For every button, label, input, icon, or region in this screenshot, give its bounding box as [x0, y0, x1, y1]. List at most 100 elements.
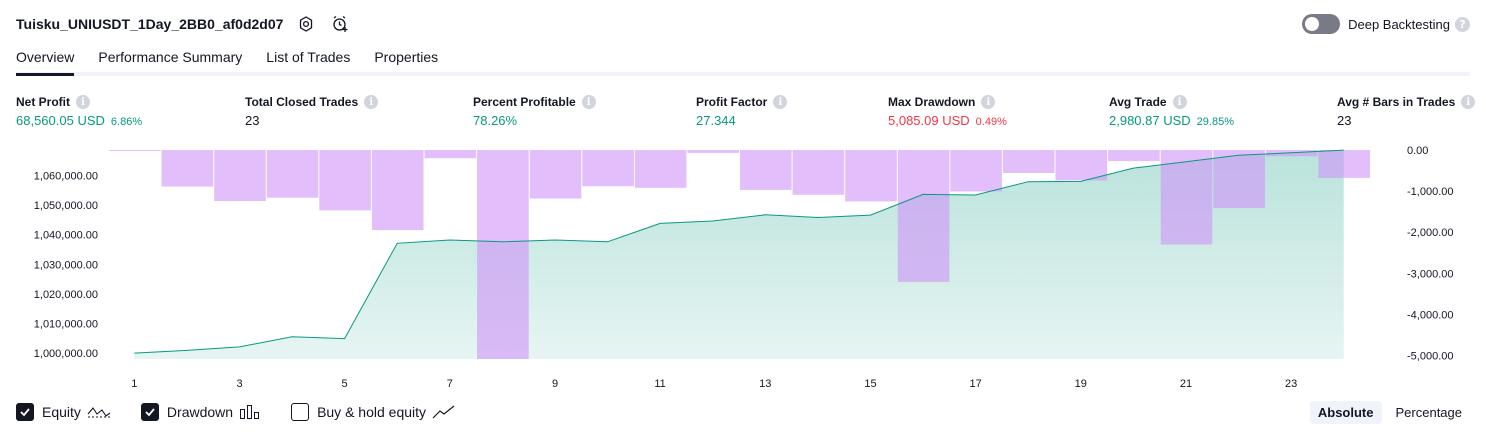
drawdown-bar[interactable] [266, 150, 319, 198]
x-axis-tick: 7 [447, 378, 453, 390]
metric-value: 2,980.87 USD [1109, 113, 1191, 128]
info-icon[interactable]: i [981, 95, 996, 109]
x-axis-tick: 19 [1075, 378, 1087, 390]
right-axis-tick: -3,000.00 [1407, 268, 1453, 280]
equity-checkbox[interactable] [16, 403, 34, 421]
drawdown-bar[interactable] [319, 150, 371, 211]
tabs: Overview Performance Summary List of Tra… [16, 46, 1470, 76]
metric-profit-factor: Profit Factor i 27.344 [696, 94, 788, 129]
metric-net-profit: Net Profit i 68,560.05 USD 6.86% [16, 94, 142, 129]
help-icon[interactable]: ? [1455, 16, 1470, 32]
metric-value: 23 [245, 113, 260, 128]
tab-overview[interactable]: Overview [16, 46, 75, 76]
buy-hold-checkbox[interactable] [291, 403, 310, 421]
equity-label: Equity [42, 404, 81, 420]
legend-drawdown[interactable]: Drawdown [140, 403, 261, 421]
drawdown-bar[interactable] [109, 150, 161, 151]
metric-max-drawdown: Max Drawdown i 5,085.09 USD 0.49% [888, 94, 1007, 129]
drawdown-bar[interactable] [582, 150, 634, 187]
drawdown-bars-icon [240, 405, 260, 419]
tab-properties[interactable]: Properties [374, 46, 438, 72]
metric-avg-trade: Avg Trade i 2,980.87 USD 29.85% [1109, 94, 1234, 129]
drawdown-bar[interactable] [161, 150, 214, 187]
legend-buy-hold[interactable]: Buy & hold equity [291, 403, 456, 421]
x-axis-tick: 13 [759, 378, 771, 390]
metric-value: 27.344 [696, 113, 736, 128]
info-icon[interactable]: i [364, 95, 379, 109]
drawdown-bar[interactable] [845, 150, 897, 202]
drawdown-bar[interactable] [897, 150, 950, 282]
buy-hold-label: Buy & hold equity [317, 404, 427, 420]
drawdown-bar[interactable] [1002, 150, 1055, 173]
metric-label: Total Closed Trades [245, 95, 359, 109]
header: Tuisku_UNIUSDT_1Day_2BB0_af0d2d07 [16, 12, 351, 36]
x-axis-tick: 17 [969, 378, 981, 390]
add-alert-icon[interactable] [329, 13, 351, 35]
metric-value: 78.26% [473, 113, 518, 128]
legend-equity[interactable]: Equity [16, 403, 111, 421]
info-icon[interactable]: i [76, 95, 90, 109]
drawdown-bar[interactable] [371, 150, 424, 231]
absolute-button[interactable]: Absolute [1309, 401, 1382, 424]
x-axis-tick: 3 [236, 378, 242, 390]
left-axis-tick: 1,000,000.00 [34, 348, 98, 360]
x-axis-tick: 21 [1180, 378, 1192, 390]
tab-performance-summary[interactable]: Performance Summary [98, 46, 242, 72]
right-axis-tick: -1,000.00 [1407, 186, 1453, 198]
info-icon[interactable]: i [581, 95, 596, 109]
drawdown-label: Drawdown [166, 404, 234, 420]
drawdown-bar[interactable] [740, 150, 792, 190]
buy-hold-line-icon [432, 405, 455, 419]
drawdown-bar[interactable] [1108, 150, 1160, 162]
right-axis-tick: 0.00 [1407, 145, 1428, 157]
metric-percent: 0.49% [975, 116, 1007, 128]
metric-value: 23 [1337, 113, 1352, 128]
right-axis-tick: -5,000.00 [1407, 351, 1453, 363]
drawdown-bar[interactable] [214, 150, 266, 201]
settings-icon[interactable] [295, 13, 317, 35]
deep-backtesting-toggle[interactable] [1302, 14, 1341, 34]
metric-percent: 29.85% [1196, 116, 1234, 128]
left-axis-tick: 1,010,000.00 [34, 319, 98, 331]
drawdown-bar[interactable] [687, 150, 739, 153]
metric-value: 5,085.09 USD [888, 113, 970, 128]
percentage-button[interactable]: Percentage [1388, 401, 1471, 424]
metric-label: Avg # Bars in Trades [1337, 95, 1456, 109]
left-axis-tick: 1,060,000.00 [34, 171, 98, 183]
info-icon[interactable]: i [773, 95, 788, 109]
metric-value: 68,560.05 USD [16, 113, 105, 128]
x-axis-tick: 23 [1285, 378, 1297, 390]
drawdown-bar[interactable] [1318, 150, 1370, 178]
info-icon[interactable]: i [1172, 95, 1187, 109]
equity-chart[interactable]: 1,000,000.00 1,010,000.00 1,020,000.00 1,03… [0, 140, 1486, 395]
metric-label: Avg Trade [1109, 95, 1167, 109]
info-icon[interactable]: i [1461, 95, 1476, 109]
drawdown-bar[interactable] [634, 150, 687, 188]
right-axis-tick: -2,000.00 [1407, 227, 1453, 239]
metric-total-closed-trades: Total Closed Trades i 23 [245, 94, 379, 129]
drawdown-bar[interactable] [1213, 150, 1265, 208]
drawdown-bar[interactable] [529, 150, 582, 199]
right-axis-tick: -4,000.00 [1407, 309, 1453, 321]
left-axis-tick: 1,020,000.00 [34, 289, 98, 301]
drawdown-bar[interactable] [1055, 150, 1108, 181]
strategy-title: Tuisku_UNIUSDT_1Day_2BB0_af0d2d07 [16, 16, 284, 32]
metric-label: Net Profit [16, 95, 70, 109]
chart-legend: Equity Drawdown Buy & hold equity [16, 403, 486, 421]
deep-backtesting-label: Deep Backtesting [1348, 16, 1450, 32]
drawdown-bar[interactable] [424, 150, 477, 159]
drawdown-bar[interactable] [950, 150, 1002, 192]
deep-backtesting: Deep Backtesting ? [1302, 13, 1470, 35]
metric-avg-bars-in-trades: Avg # Bars in Trades i 23 [1337, 94, 1476, 129]
drawdown-bar[interactable] [792, 150, 845, 195]
metric-percent-profitable: Percent Profitable i 78.26% [473, 94, 596, 129]
x-axis-tick: 9 [552, 378, 558, 390]
drawdown-checkbox[interactable] [140, 403, 159, 421]
drawdown-bar[interactable] [477, 150, 529, 359]
x-axis-tick: 11 [654, 378, 665, 390]
left-axis-tick: 1,030,000.00 [34, 259, 98, 271]
x-axis-tick: 15 [864, 378, 876, 390]
left-axis-tick: 1,040,000.00 [34, 230, 98, 242]
value-mode-switch: Absolute Percentage [1304, 401, 1470, 424]
tab-list-of-trades[interactable]: List of Trades [266, 46, 350, 72]
